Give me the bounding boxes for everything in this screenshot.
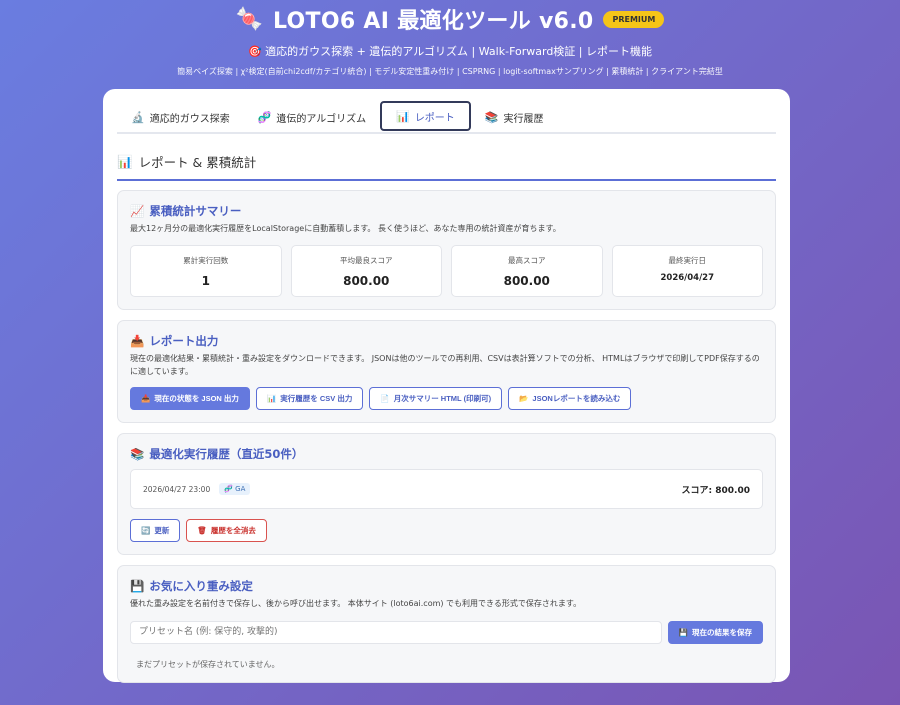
refresh-icon: 🔄 xyxy=(141,526,151,536)
favorites-title-text: お気に入り重み設定 xyxy=(149,579,253,594)
summary-card: 📈 累積統計サマリー 最大12ヶ月分の最適化実行履歴をLocalStorageに… xyxy=(117,190,776,311)
stat-last-run-date: 最終実行日 2026/04/27 xyxy=(611,245,763,298)
tab-label: 実行履歴 xyxy=(503,113,544,125)
report-title-text: レポート出力 xyxy=(149,334,219,349)
favorites-card: 💾 お気に入り重み設定 優れた重み設定を名前付きで保存し、後から呼び出せます。 … xyxy=(117,565,776,683)
document-icon: 📄 xyxy=(380,394,390,404)
app-subtitle: 🎯 適応的ガウス探索 + 遺伝的アルゴリズム | Walk-Forward検証 … xyxy=(247,45,652,58)
bar-chart-icon: 📊 xyxy=(266,394,277,404)
button-label: 月次サマリー HTML (印刷可) xyxy=(393,394,492,404)
report-description: 現在の最適化結果・累積統計・重み設定をダウンロードできます。 JSONは他のツー… xyxy=(130,354,760,376)
favorites-description: 優れた重み設定を名前付きで保存し、後から呼び出せます。 本体サイト (loto6… xyxy=(130,599,582,609)
summary-title-text: 累積統計サマリー xyxy=(149,204,242,218)
stat-value: 800.00 xyxy=(343,274,390,289)
refresh-button[interactable]: 🔄 更新 xyxy=(130,519,181,543)
bar-chart-icon: 📊 xyxy=(396,109,410,123)
stat-total-runs: 累計実行回数 1 xyxy=(130,245,282,298)
inbox-tray-icon: 📥 xyxy=(130,334,145,349)
tab-bar: 🔬 適応的ガウス探索 🧬 遺伝的アルゴリズム 📊 レポート 📚 実行履歴 xyxy=(117,101,776,134)
microscope-icon: 🔬 xyxy=(131,110,145,124)
empty-presets-message: まだプリセットが保存されていません。 xyxy=(136,659,280,669)
button-label: JSONレポートを読み込む xyxy=(532,394,621,404)
stat-value: 800.00 xyxy=(503,274,550,289)
algorithm-badge: 🧬 GA xyxy=(219,483,251,496)
button-label: 実行履歴を CSV 出力 xyxy=(280,394,353,404)
history-button-row: 🔄 更新 🗑 履歴を全消去 xyxy=(130,519,763,543)
button-label: 現在の状態を JSON 出力 xyxy=(154,394,239,404)
button-label: 現在の結果を保存 xyxy=(692,627,752,637)
folder-icon: 📂 xyxy=(519,394,529,404)
app-header: 🍬 LOTO6 AI 最適化ツール v6.0 PREMIUM 🎯 適応的ガウス探… xyxy=(0,0,900,77)
stat-best-score: 最高スコア 800.00 xyxy=(451,245,603,298)
stat-value: 2026/04/27 xyxy=(660,273,715,284)
history-score: スコア: 800.00 xyxy=(681,485,750,496)
app-title: LOTO6 AI 最適化ツール v6.0 xyxy=(273,9,594,34)
export-json-button[interactable]: 📥 現在の状態を JSON 出力 xyxy=(130,387,250,411)
candy-icon: 🍬 xyxy=(235,6,264,32)
button-label: 履歴を全消去 xyxy=(210,526,256,536)
history-card: 📚 最適化実行履歴（直近50件） 2026/04/27 23:00 🧬 GA ス… xyxy=(117,433,776,556)
history-date: 2026/04/27 23:00 xyxy=(143,484,211,494)
button-label: 更新 xyxy=(154,526,170,536)
report-button-row: 📥 現在の状態を JSON 出力 📊 実行履歴を CSV 出力 📄 月次サマリー… xyxy=(130,387,763,411)
tab-label: 遺伝的アルゴリズム xyxy=(276,113,367,125)
tab-label: 適応的ガウス探索 xyxy=(149,113,230,125)
preset-name-input[interactable] xyxy=(130,620,662,644)
chart-increasing-icon: 📈 xyxy=(130,204,145,218)
stat-average-score: 平均最良スコア 800.00 xyxy=(290,245,442,298)
trash-icon: 🗑 xyxy=(197,526,207,536)
inbox-tray-icon: 📥 xyxy=(141,394,151,404)
export-html-button[interactable]: 📄 月次サマリー HTML (印刷可) xyxy=(369,387,503,411)
tab-gaussian-search[interactable]: 🔬 適応的ガウス探索 xyxy=(117,102,244,132)
books-icon: 📚 xyxy=(130,447,145,462)
summary-title: 📈 累積統計サマリー xyxy=(130,203,763,219)
report-title: 📥 レポート出力 xyxy=(130,333,763,349)
export-csv-button[interactable]: 📊 実行履歴を CSV 出力 xyxy=(255,387,364,411)
stat-label: 最終実行日 xyxy=(668,256,707,266)
premium-badge: PREMIUM xyxy=(603,10,665,28)
books-icon: 📚 xyxy=(484,110,499,124)
feature-list: 簡易ベイズ探索 | χ²検定(自前chi2cdf/カテゴリ統合) | モデル安定… xyxy=(177,67,723,76)
tab-label: レポート xyxy=(414,112,455,124)
tab-report[interactable]: 📊 レポート xyxy=(380,101,471,131)
history-row: 2026/04/27 23:00 🧬 GA スコア: 800.00 xyxy=(130,469,763,510)
stat-label: 最高スコア xyxy=(508,256,546,266)
dna-icon: 🧬 xyxy=(257,110,272,124)
tab-genetic-algorithm[interactable]: 🧬 遺伝的アルゴリズム xyxy=(244,102,380,132)
clear-history-button[interactable]: 🗑 履歴を全消去 xyxy=(186,519,267,543)
stat-label: 平均最良スコア xyxy=(340,256,393,266)
tab-history[interactable]: 📚 実行履歴 xyxy=(471,102,558,132)
summary-description: 最大12ヶ月分の最適化実行履歴をLocalStorageに自動蓄積します。 長く… xyxy=(130,224,561,233)
stat-label: 累計実行回数 xyxy=(183,256,229,266)
section-title: レポート & 累積統計 xyxy=(138,155,257,170)
stats-grid: 累計実行回数 1 平均最良スコア 800.00 最高スコア 800.00 最終実… xyxy=(130,245,763,298)
report-card: 📥 レポート出力 現在の最適化結果・累積統計・重み設定をダウンロードできます。 … xyxy=(117,320,776,424)
favorites-title: 💾 お気に入り重み設定 xyxy=(130,578,763,594)
floppy-disk-icon: 💾 xyxy=(678,627,688,637)
main-panel: 🔬 適応的ガウス探索 🧬 遺伝的アルゴリズム 📊 レポート 📚 実行履歴 📊 レ… xyxy=(103,89,790,683)
history-title: 📚 最適化実行履歴（直近50件） xyxy=(130,446,763,462)
preset-row: 💾 現在の結果を保存 xyxy=(130,620,763,644)
stat-value: 1 xyxy=(201,274,210,289)
bar-chart-icon: 📊 xyxy=(117,153,133,169)
title-row: 🍬 LOTO6 AI 最適化ツール v6.0 PREMIUM xyxy=(0,4,900,34)
import-json-button[interactable]: 📂 JSONレポートを読み込む xyxy=(508,387,632,411)
save-preset-button[interactable]: 💾 現在の結果を保存 xyxy=(667,620,763,644)
history-title-text: 最適化実行履歴（直近50件） xyxy=(149,447,304,462)
floppy-disk-icon: 💾 xyxy=(130,579,145,594)
section-heading: 📊 レポート & 累積統計 xyxy=(117,152,776,181)
